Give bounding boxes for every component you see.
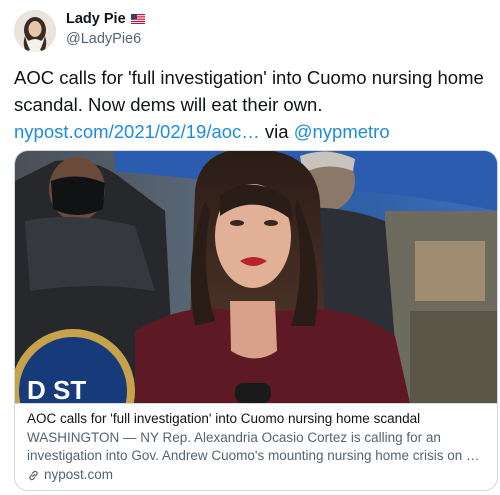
tweet-mention[interactable]: @nypmetro [294,121,390,142]
card-body[interactable]: AOC calls for 'full investigation' into … [15,403,497,490]
author-display-name[interactable]: Lady Pie [66,11,126,27]
tweet[interactable]: Lady Pie @LadyPie6 AOC calls for 'full i… [0,0,500,495]
card-description: WASHINGTON — NY Rep. Alexandria Ocasio C… [27,430,480,463]
us-flag-icon [130,14,145,24]
card-domain[interactable]: nypost.com [27,466,487,484]
card-title[interactable]: AOC calls for 'full investigation' into … [27,410,487,428]
link-icon [29,470,38,480]
link-preview-card[interactable]: D ST AOC calls for 'full investigation' … [14,150,498,491]
tweet-text-part: AOC calls for 'full investigation' into … [14,67,484,115]
author-name-row[interactable]: Lady Pie [66,11,145,27]
tweet-text: AOC calls for 'full investigation' into … [14,64,486,145]
tweet-link[interactable]: nypost.com/2021/02/19/aoc… [14,121,260,142]
avatar[interactable] [14,10,56,52]
author-handle[interactable]: @LadyPie6 [66,31,141,47]
card-domain-text[interactable]: nypost.com [44,466,113,484]
seal-lettering: D ST [27,375,86,403]
tweet-text-via: via [259,121,294,142]
card-image[interactable]: D ST [15,151,497,403]
